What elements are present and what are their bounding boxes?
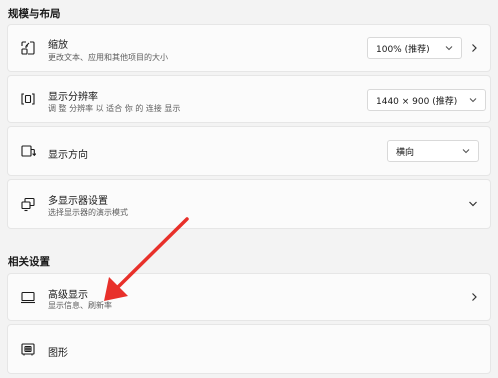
scale-card[interactable]: 缩放 更改文本、应用和其他项目的大小 100% (推荐) (7, 24, 491, 72)
orientation-card[interactable]: 显示方向 横向 (7, 126, 491, 176)
graphics-title: 图形 (48, 348, 68, 359)
orientation-icon (19, 142, 37, 160)
chevron-down-icon (445, 46, 453, 51)
chevron-right-icon[interactable] (470, 43, 478, 53)
scale-layout-heading: 规模与布局 (8, 8, 61, 20)
scale-dropdown[interactable]: 100% (推荐) (367, 37, 462, 59)
chevron-down-icon[interactable] (468, 200, 478, 208)
graphics-card[interactable]: 图形 (7, 324, 491, 374)
resolution-icon (19, 90, 37, 108)
advanced-display-title: 高级显示 (48, 290, 88, 301)
chevron-down-icon (462, 149, 470, 154)
graphics-icon (19, 340, 37, 358)
multi-display-title: 多显示器设置 (48, 196, 108, 207)
scale-icon (19, 39, 37, 57)
scale-subtitle: 更改文本、应用和其他项目的大小 (48, 53, 168, 62)
resolution-dropdown-value: 1440 × 900 (推荐) (376, 96, 458, 107)
resolution-card[interactable]: 显示分辨率 调 整 分辨率 以 适合 你 的 连接 显示 1440 × 900 … (7, 75, 491, 123)
multi-display-subtitle: 选择显示器的演示模式 (48, 208, 128, 217)
multi-display-icon (19, 195, 37, 213)
monitor-icon (19, 288, 37, 306)
multi-display-card[interactable]: 多显示器设置 选择显示器的演示模式 (7, 179, 491, 229)
chevron-right-icon[interactable] (470, 292, 478, 302)
scale-dropdown-value: 100% (推荐) (376, 44, 430, 55)
orientation-title: 显示方向 (48, 150, 88, 161)
scale-title: 缩放 (48, 40, 68, 51)
chevron-down-icon (469, 98, 477, 103)
resolution-title: 显示分辨率 (48, 92, 98, 103)
resolution-subtitle: 调 整 分辨率 以 适合 你 的 连接 显示 (48, 104, 181, 113)
orientation-dropdown[interactable]: 横向 (387, 140, 479, 162)
orientation-dropdown-value: 横向 (396, 147, 415, 158)
related-settings-heading: 相关设置 (8, 256, 50, 268)
advanced-display-subtitle: 显示信息、刷新率 (48, 301, 112, 310)
resolution-dropdown[interactable]: 1440 × 900 (推荐) (367, 89, 486, 111)
advanced-display-card[interactable]: 高级显示 显示信息、刷新率 (7, 273, 491, 321)
